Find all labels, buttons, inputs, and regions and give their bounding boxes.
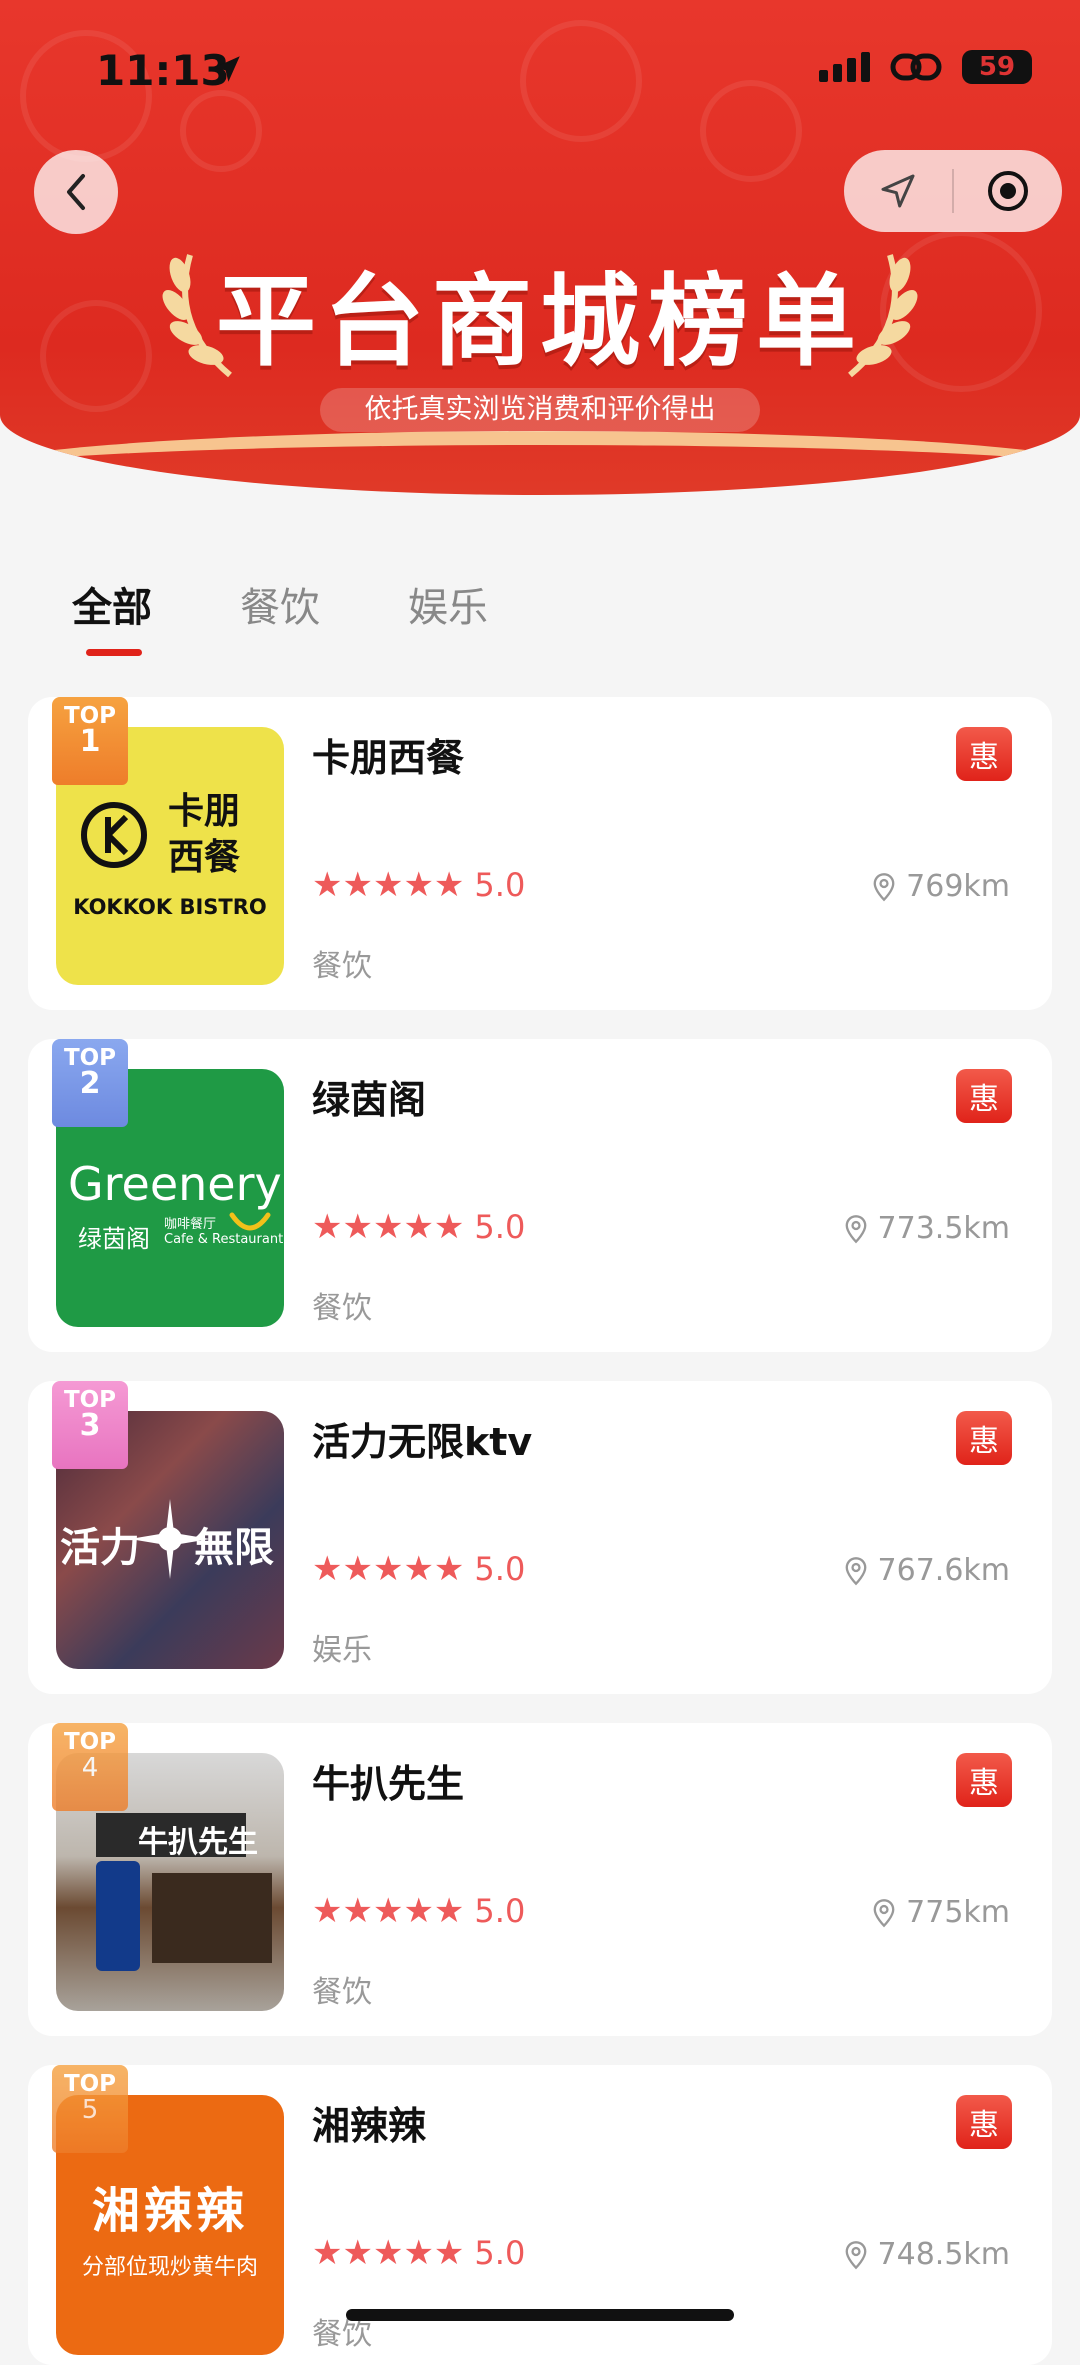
star-icon: ★★★★★ (312, 865, 465, 905)
rank-label: TOP (63, 1729, 117, 1755)
rank-badge: TOP 4 (52, 1723, 128, 1811)
promo-badge[interactable]: 惠 (956, 2095, 1012, 2149)
rating-stars: ★★★★★ 5.0 (312, 2233, 525, 2273)
back-button[interactable] (34, 150, 118, 234)
rank-number: 3 (79, 1408, 101, 1443)
battery-icon: 59 (962, 50, 1032, 84)
tab-food[interactable]: 餐饮 (240, 575, 320, 633)
logo-title: 湘辣辣 (91, 2183, 248, 2239)
rank-badge: TOP 3 (52, 1381, 128, 1469)
shop-category: 餐饮 (312, 1291, 372, 1326)
smile-icon (229, 1212, 271, 1231)
mini-program-capsule (844, 150, 1062, 232)
promo-badge[interactable]: 惠 (956, 1753, 1012, 1807)
navigate-button[interactable] (844, 150, 952, 232)
star-icon: ★★★★★ (312, 2233, 465, 2273)
shop-name: 卡朋西餐 (312, 736, 465, 780)
list-item[interactable]: 牛扒先生 TOP 4 牛扒先生 惠 ★★★★★ 5.0 775km 餐饮 (28, 1723, 1052, 2036)
rank-number: 4 (81, 1753, 99, 1783)
list-item[interactable]: 活力 無限 TOP 3 活力无限ktv 惠 ★★★★★ 5.0 767.6km … (28, 1381, 1052, 1694)
logo-line1: 卡朋 (168, 791, 241, 832)
shop-name: 绿茵阁 (312, 1078, 427, 1122)
logo-line2: 西餐 (168, 837, 241, 878)
distance-text: 773.5km (877, 1211, 1010, 1246)
promo-badge[interactable]: 惠 (956, 727, 1012, 781)
distance-text: 767.6km (877, 1553, 1010, 1588)
location-arrow-icon (214, 56, 240, 82)
ktv-text-right: 無限 (194, 1525, 274, 1571)
back-chevron-icon (67, 174, 85, 210)
location-pin-icon (845, 1556, 866, 1585)
page-title: 平台商城榜单 (216, 263, 864, 380)
distance: 769km (870, 869, 1010, 904)
distance: 773.5km (842, 1211, 1010, 1246)
location-pin-icon (873, 872, 895, 901)
rating-score: 5.0 (474, 1892, 526, 1930)
rank-badge: TOP 1 (52, 697, 128, 785)
shop-category: 餐饮 (312, 949, 372, 984)
promo-badge[interactable]: 惠 (956, 1069, 1012, 1123)
rating-score: 5.0 (474, 866, 526, 904)
logo-cn: 绿茵阁 (78, 1225, 150, 1253)
rating-stars: ★★★★★ 5.0 (312, 865, 525, 905)
rating-stars: ★★★★★ 5.0 (312, 1891, 525, 1931)
rating-score: 5.0 (474, 2234, 526, 2272)
shop-category: 餐饮 (312, 1975, 372, 2010)
rank-number: 2 (79, 1066, 101, 1101)
distance-text: 748.5km (877, 2237, 1010, 2272)
shop-name: 牛扒先生 (312, 1762, 465, 1806)
category-tabs: 全部 餐饮 娱乐 (72, 575, 488, 656)
ktv-text-left: 活力 (60, 1525, 140, 1571)
list-item[interactable]: 卡朋 西餐 KOKKOK BISTRO TOP 1 卡朋西餐 惠 ★★★★★ 5… (28, 697, 1052, 1010)
distance-text: 769km (906, 869, 1010, 904)
list-item[interactable]: Greenery 绿茵阁 咖啡餐厅 Cafe & Restaurant TOP … (28, 1039, 1052, 1352)
shop-name: 湘辣辣 (312, 2104, 427, 2148)
logo-brand: Greenery (68, 1157, 282, 1211)
logo-brand: KOKKOK BISTRO (73, 895, 267, 919)
logo-sub: 分部位现炒黄牛肉 (81, 2255, 258, 2280)
rank-badge: TOP 5 (52, 2065, 128, 2153)
star-icon: ★★★★★ (312, 1549, 465, 1589)
shop-name: 活力无限ktv (312, 1420, 533, 1464)
signal-icon (819, 52, 870, 82)
link-icon (890, 53, 942, 81)
rank-label: TOP (63, 2071, 117, 2097)
location-pin-icon (845, 2240, 866, 2269)
location-pin-icon (845, 1214, 866, 1243)
rank-number: 1 (79, 724, 101, 759)
record-button[interactable] (954, 150, 1062, 232)
page-subtitle: 依托真实浏览消费和评价得出 (320, 388, 760, 432)
shop-category: 娱乐 (312, 1633, 372, 1668)
tab-entertainment[interactable]: 娱乐 (408, 575, 488, 633)
record-icon (988, 171, 1028, 211)
navigate-icon (881, 174, 915, 208)
tab-all[interactable]: 全部 (72, 575, 152, 656)
status-indicators: 59 (819, 50, 1032, 84)
promo-badge[interactable]: 惠 (956, 1411, 1012, 1465)
distance: 767.6km (842, 1553, 1010, 1588)
distance: 748.5km (842, 2237, 1010, 2272)
storefront-sign: 牛扒先生 (138, 1825, 258, 1860)
rating-stars: ★★★★★ 5.0 (312, 1549, 525, 1589)
rating-score: 5.0 (474, 1208, 526, 1246)
star-icon: ★★★★★ (312, 1891, 465, 1931)
rating-stars: ★★★★★ 5.0 (312, 1207, 525, 1247)
rating-score: 5.0 (474, 1550, 526, 1588)
star-icon: ★★★★★ (312, 1207, 465, 1247)
distance: 775km (870, 1895, 1010, 1930)
rank-number: 5 (81, 2095, 99, 2125)
home-indicator[interactable] (346, 2309, 734, 2321)
location-pin-icon (873, 1898, 895, 1927)
distance-text: 775km (906, 1895, 1010, 1930)
rank-badge: TOP 2 (52, 1039, 128, 1127)
